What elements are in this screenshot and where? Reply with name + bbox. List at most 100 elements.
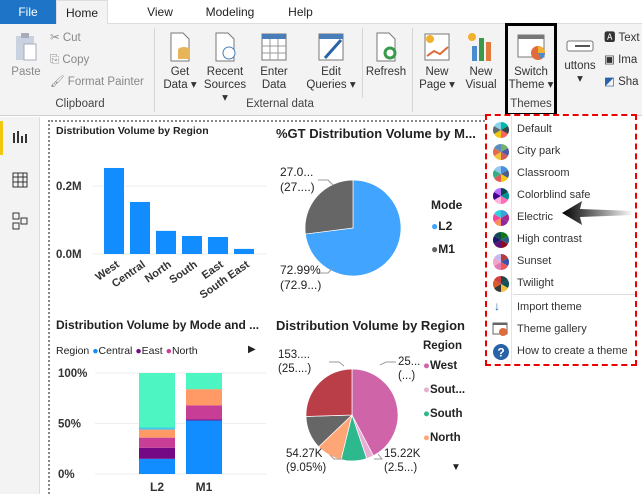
label: Default	[517, 123, 552, 135]
legend-item-north[interactable]: ●North	[423, 432, 461, 444]
x-tick-label: North	[143, 258, 174, 285]
menu-item-theme-gallery[interactable]: Theme gallery	[487, 319, 635, 341]
legend-item-west[interactable]: ●West	[423, 360, 457, 372]
legend-item-southeast[interactable]: ●Sout...	[423, 384, 465, 396]
value: 153....	[278, 349, 310, 361]
legend-dot: ●	[423, 432, 430, 444]
x-tick-label: L2	[150, 480, 164, 494]
stacked-bar-segment-other3	[139, 373, 175, 428]
pie2-label-west: 25... (...)	[398, 355, 420, 383]
theme-swatch-icon	[493, 144, 509, 160]
menu-item-import-theme[interactable]: ↓ Import theme	[487, 297, 635, 319]
label: Sunset	[517, 255, 552, 267]
label: South	[429, 408, 463, 420]
label: High contrast	[517, 233, 582, 245]
x-tick-label: South	[167, 258, 200, 286]
legend-east[interactable]: East	[142, 345, 163, 357]
theme-swatch-icon	[493, 122, 509, 138]
menu-item-how-to-create-theme[interactable]: ? How to create a theme	[487, 341, 635, 363]
label: Electric	[517, 211, 554, 223]
legend-dot: ●	[423, 360, 430, 372]
stacked-bar-segment-east	[139, 447, 175, 459]
value: 72.99%	[280, 263, 321, 277]
stack-legend: Region ●Central ●East ●North	[56, 345, 198, 357]
bar-north	[156, 230, 176, 254]
pie-label-l2: 72.99% (72.9...)	[280, 263, 321, 293]
menu-item-theme[interactable]: Classroom	[487, 163, 635, 185]
stacked-bar-segment-other1	[186, 389, 222, 406]
legend-next-arrow-icon[interactable]: ▶	[248, 344, 256, 355]
menu-item-theme[interactable]: High contrast	[487, 229, 635, 251]
stacked-bar-segment-north	[139, 437, 175, 448]
legend-dot: ●	[423, 408, 430, 420]
leader-line	[329, 361, 345, 367]
menu-item-theme[interactable]: City park	[487, 141, 635, 163]
label: North	[429, 432, 461, 444]
legend-dot: ●	[423, 384, 430, 396]
stacked-bar-segment-north	[186, 405, 222, 420]
theme-swatch-icon	[493, 232, 509, 248]
x-tick-label: M1	[196, 480, 213, 494]
label: West	[429, 360, 458, 372]
y-tick-label: 50%	[58, 419, 81, 431]
label: City park	[517, 145, 561, 157]
pie2-label-central: 153.... (25....)	[278, 348, 311, 376]
download-arrow-icon: ↓	[494, 299, 500, 313]
label: Sout...	[429, 384, 466, 396]
legend-item-south[interactable]: ●South	[423, 408, 463, 420]
pie2-label-southeast: 15.22K (2.5...)	[384, 447, 420, 475]
pointer-arrow-annotation	[562, 201, 634, 225]
y-tick-label: 0%	[58, 469, 75, 481]
pie-slice-central	[305, 368, 353, 417]
legend-item-m1[interactable]: ●M1	[431, 242, 455, 256]
pie-legend-title: Mode	[431, 198, 463, 212]
stacked-bar-segment-other3	[186, 373, 222, 390]
leader-line	[318, 179, 334, 186]
theme-gallery-icon	[492, 322, 508, 336]
menu-item-theme[interactable]: Twilight	[487, 273, 635, 295]
bar-west	[104, 167, 124, 254]
theme-swatch-icon	[493, 276, 509, 292]
y-tick-label: 100%	[58, 368, 87, 380]
stacked-bar-segment-other1	[139, 429, 175, 438]
bar-south-east	[234, 248, 254, 254]
percent: (27....)	[280, 180, 315, 194]
legend-central[interactable]: Central	[99, 345, 133, 357]
value: 25...	[398, 356, 421, 368]
menu-divider	[513, 294, 635, 295]
legend-title: Region	[56, 345, 90, 357]
menu-item-theme[interactable]: Default	[487, 119, 635, 141]
label: L2	[438, 219, 453, 233]
bar-central	[130, 201, 150, 254]
percent: (72.9...)	[280, 278, 322, 292]
bar-south	[182, 235, 202, 254]
label: Classroom	[517, 167, 570, 179]
theme-swatch-icon	[493, 166, 509, 182]
theme-swatch-icon	[493, 210, 509, 226]
legend-north[interactable]: North	[172, 345, 198, 357]
value: 15.22K	[384, 448, 421, 460]
pie2-legend-title: Region	[423, 340, 462, 352]
pie-label-m1: 27.0... (27....)	[280, 165, 315, 195]
y-tick-label: 0.2M	[56, 181, 82, 193]
stacked-bar-segment-east	[186, 419, 222, 421]
menu-item-theme[interactable]: Sunset	[487, 251, 635, 273]
legend-item-l2[interactable]: ●L2	[431, 219, 452, 233]
y-tick-label: 0.0M	[56, 249, 82, 261]
switch-theme-dropdown: Default City park Classroom Colorblind safe…	[485, 114, 637, 366]
theme-swatch-icon	[493, 254, 509, 270]
label: How to create a theme	[517, 345, 628, 357]
value: 27.0...	[280, 165, 314, 179]
stacked-bar-segment-central	[186, 420, 222, 474]
pie2-label-north: 54.27K (9.05%)	[286, 447, 326, 475]
help-icon: ?	[493, 344, 509, 360]
value: 54.27K	[286, 448, 323, 460]
legend-scroll-down-icon[interactable]: ▼	[451, 462, 461, 473]
label: M1	[438, 242, 455, 256]
percent: (9.05%)	[286, 462, 327, 474]
label: Theme gallery	[517, 323, 587, 335]
percent: (2.5...)	[384, 462, 418, 474]
leader-line	[379, 361, 396, 366]
percent: (...)	[398, 370, 416, 382]
bar-east	[208, 237, 228, 254]
